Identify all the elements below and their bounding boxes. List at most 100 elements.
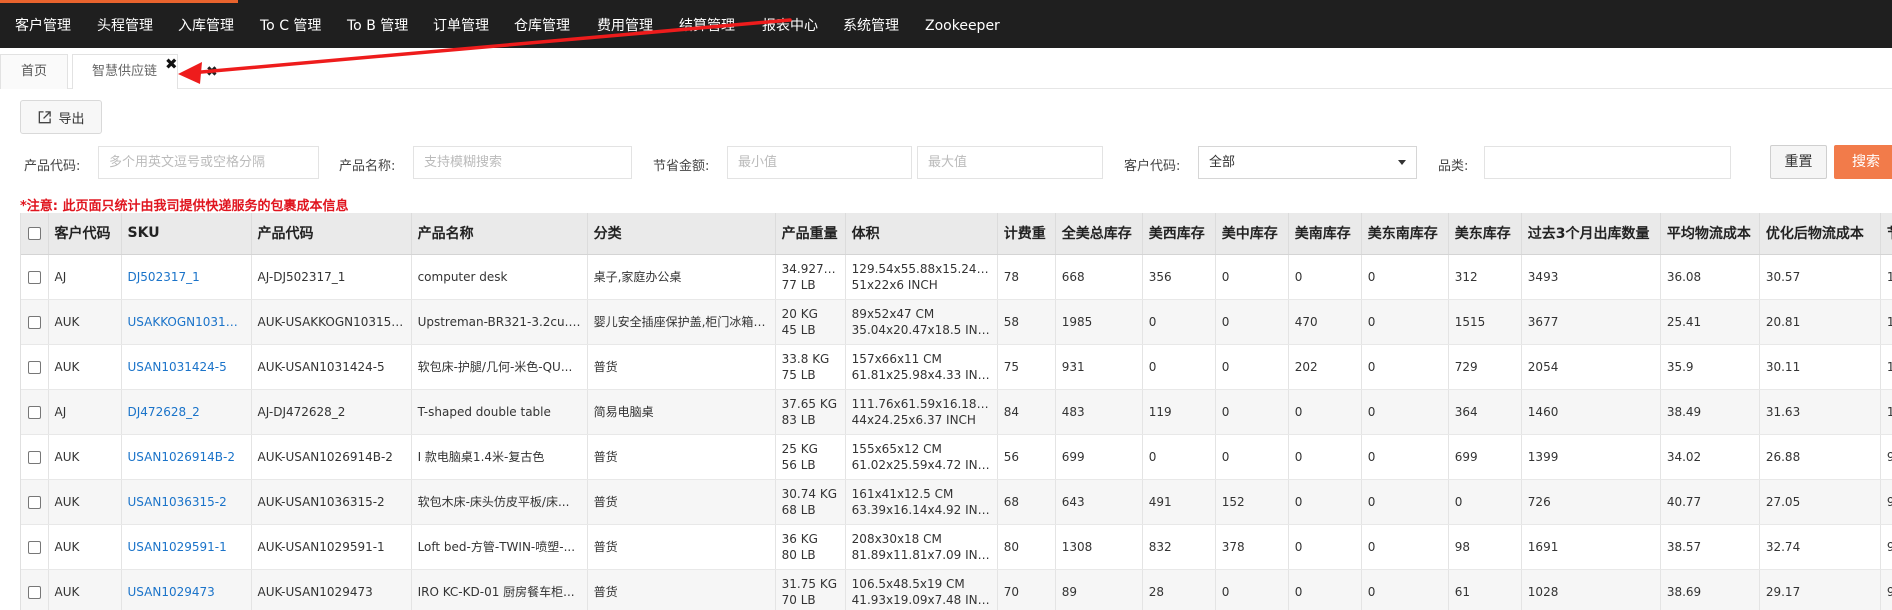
col-header[interactable]: 全美总库存 [1055,213,1143,255]
col-header[interactable]: 美东库存 [1448,213,1522,255]
col-header[interactable]: 客户代码 [48,213,122,255]
billing-weight-cell: 58 [997,299,1056,345]
col-header[interactable]: 计费重 [997,213,1056,255]
avg-cost-cell: 25.41 [1660,299,1760,345]
south-cell: 0 [1288,524,1362,570]
product-name-input[interactable]: 支持模糊搜索 [413,146,632,179]
nav-item-inbound[interactable]: 入库管理 [178,0,234,48]
billing-weight-cell: 84 [997,389,1056,435]
nav-item-fees[interactable]: 费用管理 [597,0,653,48]
category-input[interactable] [1484,146,1731,179]
col-header[interactable]: 美中库存 [1215,213,1289,255]
top-nav-bar: 客户管理 头程管理 入库管理 To C 管理 To B 管理 订单管理 仓库管理… [0,0,1892,48]
sku-link[interactable]: USAKKOGN1031545 [121,299,252,345]
saving-min-input[interactable]: 最小值 [727,146,912,179]
nav-item-reports[interactable]: 报表中心 [762,0,818,48]
row-checkbox[interactable] [27,540,41,554]
search-button[interactable]: 搜索 [1834,145,1892,179]
table-row[interactable]: AJ DJ502317_1 AJ-DJ502317_1 computer desk 桌子… [21,254,1892,300]
close-all-icon[interactable]: ✖ [206,64,218,80]
central-cell: 0 [1215,569,1289,610]
west-cell: 832 [1142,524,1216,570]
reset-button[interactable]: 重置 [1770,145,1827,179]
extra-cell: 1 [1880,299,1892,345]
row-checkbox[interactable] [27,360,41,374]
nav-item-to-b[interactable]: To B 管理 [347,0,408,48]
product-name-cell: computer desk [411,254,588,300]
total-stock-cell: 931 [1055,344,1143,390]
col-header[interactable]: 体积 [845,213,998,255]
volume-cell: 157x66x11 CM 61.81x25.98x4.33 INCH [845,344,998,390]
product-code-cell: AUK-USAN1029591-1 [251,524,412,570]
col-header[interactable]: SKU [121,213,252,255]
table-row[interactable]: AUK USAKKOGN1031545 AUK-USAKKOGN1031545 Ups… [21,299,1892,345]
col-header[interactable]: 产品名称 [411,213,588,255]
product-code-cell: AUK-USAN1036315-2 [251,479,412,525]
row-checkbox[interactable] [27,495,41,509]
col-header[interactable]: 平均物流成本 [1660,213,1760,255]
tab-smart-supply-chain[interactable]: 智慧供应链 [72,54,179,89]
cell-line: 36 KG [781,531,818,546]
category-label: 品类: [1438,159,1469,174]
table-row[interactable]: AUK USAN1036315-2 AUK-USAN1036315-2 软包木床-床头… [21,479,1892,525]
tab-home[interactable]: 首页 [0,54,69,89]
sku-link[interactable]: USAN1031424-5 [121,344,252,390]
central-cell: 378 [1215,524,1289,570]
table-row[interactable]: AJ DJ472628_2 AJ-DJ472628_2 T-shaped double… [21,389,1892,435]
row-checkbox[interactable] [27,450,41,464]
nav-item-first-leg[interactable]: 头程管理 [97,0,153,48]
nav-item-customer[interactable]: 客户管理 [15,0,71,48]
cell-line: 31.75 KG [781,576,837,591]
export-button[interactable]: 导出 [20,100,102,134]
row-select-cell [21,389,49,435]
row-checkbox[interactable] [27,315,41,329]
col-header[interactable]: 节 [1880,213,1892,255]
east-cell: 1515 [1448,299,1522,345]
extra-cell: 9 [1880,479,1892,525]
nav-item-settlement[interactable]: 结算管理 [679,0,735,48]
cell-line: 51x22x6 INCH [851,277,938,292]
outbound-3m-cell: 726 [1521,479,1661,525]
category-cell: 普货 [587,344,776,390]
col-header[interactable]: 产品代码 [251,213,412,255]
nav-item-system[interactable]: 系统管理 [843,0,899,48]
customer-code-select[interactable]: 全部 [1198,146,1417,179]
nav-item-orders[interactable]: 订单管理 [433,0,489,48]
table-row[interactable]: AUK USAN1029473 AUK-USAN1029473 IRO KC-KD-0… [21,569,1892,610]
select-all-checkbox[interactable] [27,226,41,240]
nav-item-warehouse[interactable]: 仓库管理 [514,0,570,48]
col-header[interactable]: 分类 [587,213,776,255]
table-row[interactable]: AUK USAN1031424-5 AUK-USAN1031424-5 软包床-护腿/… [21,344,1892,390]
col-header[interactable]: 美南库存 [1288,213,1362,255]
tab-close-icon[interactable]: ✖ [165,56,178,72]
extra-cell: 1 [1880,389,1892,435]
product-name-cell: 软包木床-床头仿皮平板/床... [411,479,588,525]
col-header[interactable]: 过去3个月出库数量 [1521,213,1661,255]
sku-link[interactable]: USAN1026914B-2 [121,434,252,480]
customer-code-value: 全部 [1209,155,1236,170]
avg-cost-cell: 38.57 [1660,524,1760,570]
cell-line: 75 LB [781,367,816,382]
product-code-input[interactable]: 多个用英文逗号或空格分隔 [98,146,319,179]
sku-link[interactable]: DJ502317_1 [121,254,252,300]
nav-item-zookeeper[interactable]: Zookeeper [925,0,1000,48]
saving-max-input[interactable]: 最大值 [917,146,1103,179]
sku-link[interactable]: USAN1029473 [121,569,252,610]
row-checkbox[interactable] [27,585,41,599]
opt-cost-cell: 29.17 [1759,569,1881,610]
table-row[interactable]: AUK USAN1026914B-2 AUK-USAN1026914B-2 I 款电脑… [21,434,1892,480]
nav-item-to-c[interactable]: To C 管理 [260,0,321,48]
col-header[interactable]: 美西库存 [1142,213,1216,255]
sku-link[interactable]: USAN1029591-1 [121,524,252,570]
row-checkbox[interactable] [27,405,41,419]
col-header[interactable]: 美东南库存 [1361,213,1449,255]
col-header[interactable]: 产品重量 [775,213,846,255]
customer-cell: AUK [48,479,122,525]
col-header[interactable]: 优化后物流成本 [1759,213,1881,255]
table-row[interactable]: AUK USAN1029591-1 AUK-USAN1029591-1 Loft be… [21,524,1892,570]
sku-link[interactable]: USAN1036315-2 [121,479,252,525]
cell-line: 77 LB [781,277,816,292]
row-checkbox[interactable] [27,270,41,284]
cell-line: 56 LB [781,457,816,472]
sku-link[interactable]: DJ472628_2 [121,389,252,435]
